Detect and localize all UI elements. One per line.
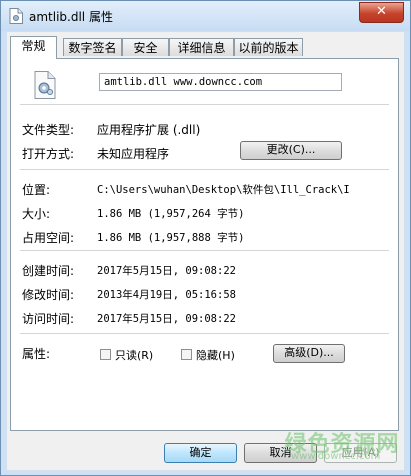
site-watermark-url: www.downcc.com: [291, 451, 381, 462]
dialog-client-area: 常规 数字签名 安全 详细信息 以前的版本 amtlib.dll www.dow…: [7, 32, 404, 470]
file-name-field[interactable]: amtlib.dll www.downcc.com: [99, 73, 342, 91]
title-bar[interactable]: amtlib.dll 属性 ✕: [1, 1, 410, 31]
ok-button[interactable]: 确定: [164, 443, 237, 463]
close-button[interactable]: ✕: [359, 2, 404, 23]
window-title: amtlib.dll 属性: [29, 10, 113, 24]
tab-details[interactable]: 详细信息: [169, 38, 234, 56]
separator: [20, 250, 389, 251]
open-with-label: 打开方式:: [22, 147, 75, 161]
accessed-label: 访问时间:: [22, 312, 75, 326]
created-label: 创建时间:: [22, 264, 75, 278]
location-label: 位置:: [22, 183, 51, 197]
separator: [20, 333, 389, 334]
dll-file-icon: [34, 71, 56, 99]
tab-previous-versions[interactable]: 以前的版本: [234, 38, 303, 56]
size-value: 1.86 MB (1,957,264 字节): [97, 208, 245, 220]
properties-window: amtlib.dll 属性 ✕ 常规 数字签名 安全 详细信息 以前的版本 am…: [0, 0, 411, 476]
file-icon: [9, 8, 23, 24]
readonly-checkbox[interactable]: [100, 349, 111, 360]
modified-label: 修改时间:: [22, 288, 75, 302]
open-with-value: 未知应用程序: [97, 147, 170, 161]
size-on-disk-value: 1.86 MB (1,957,888 字节): [97, 232, 245, 244]
file-type-value: 应用程序扩展 (.dll): [97, 123, 201, 137]
hidden-label[interactable]: 隐藏(H): [196, 347, 235, 363]
accessed-value: 2017年5月15日, 09:08:22: [97, 313, 236, 325]
file-type-label: 文件类型:: [22, 123, 75, 137]
location-value: C:\Users\wuhan\Desktop\软件包\Ill_Crack\I: [97, 184, 350, 196]
created-value: 2017年5月15日, 09:08:22: [97, 265, 236, 277]
size-on-disk-label: 占用空间:: [22, 231, 75, 245]
tab-digital-signatures[interactable]: 数字签名: [63, 38, 122, 56]
hidden-checkbox[interactable]: [181, 349, 192, 360]
tab-security[interactable]: 安全: [122, 38, 169, 56]
size-label: 大小:: [22, 207, 51, 221]
separator: [20, 104, 389, 105]
attributes-label: 属性:: [22, 347, 51, 361]
separator: [20, 169, 389, 170]
close-icon: ✕: [376, 4, 387, 19]
modified-value: 2013年4月19日, 05:16:58: [97, 289, 236, 301]
readonly-label[interactable]: 只读(R): [115, 347, 153, 363]
advanced-button[interactable]: 高级(D)...: [273, 344, 345, 363]
tab-general[interactable]: 常规: [10, 36, 57, 59]
change-button[interactable]: 更改(C)...: [240, 141, 342, 160]
general-tab-panel: amtlib.dll www.downcc.com 文件类型: 应用程序扩展 (…: [10, 58, 399, 431]
